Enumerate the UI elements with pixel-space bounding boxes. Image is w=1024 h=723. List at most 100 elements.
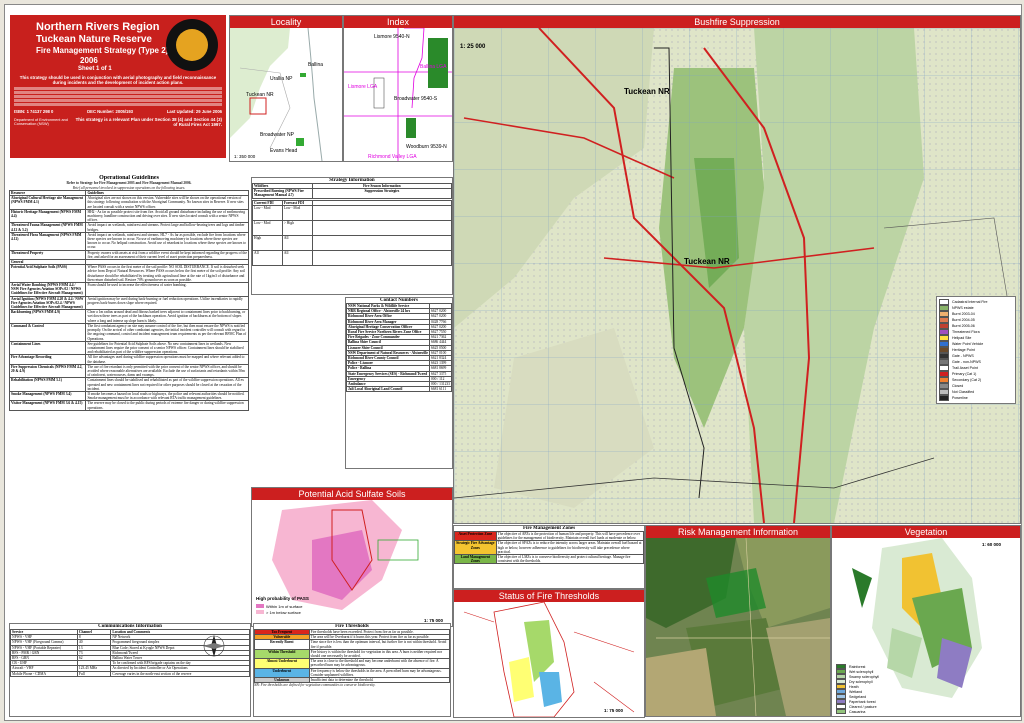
table-row: Smoke Management (NPWS FMM 3.4) If smoke … — [9, 390, 249, 402]
fdi-current: High — [252, 234, 283, 251]
table-row: Visitor Management (NPWS FMM 3.6 & 4.15)… — [9, 400, 249, 411]
threshold-text: Fire history is within the threshold for… — [308, 648, 450, 660]
zones-panel: Fire Management Zones Asset Protection Z… — [453, 525, 645, 589]
legend-swatch — [836, 709, 846, 714]
status-panel: Status of Fire Thresholds 1: 75 000 — [453, 589, 645, 718]
bushfire-scale: 1: 25 000 — [460, 44, 486, 50]
isbn: ISBN: 1 74137 298 0 — [14, 109, 54, 114]
op-general-resource: Backburning (NPWS FMM 4.9) — [9, 309, 87, 324]
comms-service: Mobile Phone - CDMA — [10, 670, 78, 677]
threshold-text: Insufficient data to determine the thres… — [308, 677, 450, 684]
index-lismore-lga: Lismore LGA — [348, 84, 378, 90]
table-row: Rehabilitation (NPWS FMM 5.1) Containment… — [9, 377, 249, 392]
op-general-resource: Smoke Management (NPWS FMM 3.4) — [9, 390, 87, 402]
contact-name: NSW Department of Natural Resources - Al… — [346, 349, 430, 357]
zone-label: Strategic Fire Advantage Zones — [454, 540, 497, 556]
locality-panel: Locality Urallia NP Ballina Tuckean NR B… — [229, 15, 343, 162]
legend-label: Cleared / pasture — [849, 704, 877, 709]
op-general-guideline: The first combatant agency on site may a… — [85, 322, 249, 342]
legend-label: Casuarina — [849, 709, 866, 714]
op-general-guideline: Aerial ignition may be used during back-… — [85, 295, 249, 311]
op-guideline: HH2 - As far as possible protect site fr… — [85, 208, 249, 224]
fdi-strategy — [311, 219, 452, 236]
status-map: 1: 75 000 — [454, 601, 644, 717]
fdi-forecast: All — [281, 249, 313, 266]
op-general-guideline: The reserve may be closed to the public … — [85, 400, 249, 411]
index-woodburn: Woodburn 9539-N — [406, 144, 447, 150]
fdi-forecast: > High — [281, 219, 313, 236]
locality-evans: Evans Head — [270, 148, 297, 154]
op-general-guideline: The use of fire retardant is only permit… — [85, 363, 249, 379]
contact-name: Jali Local Aboriginal Land Council — [346, 386, 430, 393]
op-general-resource: Containment Lines — [9, 340, 87, 356]
status-heading: Status of Fire Thresholds — [454, 590, 644, 602]
locality-tuckean: Tuckean NR — [246, 92, 274, 98]
locality-broadwater: Broadwater NP — [260, 132, 295, 138]
threshold-label: Recently Burnt — [254, 639, 310, 650]
op-general-resource: Rehabilitation (NPWS FMM 5.1) — [9, 377, 87, 392]
locality-ballina: Ballina — [308, 62, 323, 68]
op-general-guideline: See guidelines for Potential Acid Sulpha… — [85, 340, 249, 356]
op-general-resource: Potential Acid Sulphate Soils (PASS) — [9, 264, 87, 284]
pass-legend-high: Within 1m of surface — [266, 604, 303, 609]
threshold-label: Almost Underburnt — [254, 658, 310, 669]
locality-map: Urallia NP Ballina Tuckean NR Broadwater… — [230, 27, 342, 161]
fdi-strategy — [311, 249, 452, 266]
zones-table: Asset Protection Zone The objective of AP… — [454, 530, 644, 565]
threshold-row: Recently Burnt Time since fire is less th… — [254, 639, 450, 650]
fdi-forecast: Low - Mod — [281, 204, 313, 221]
vegetation-heading: Vegetation — [832, 526, 1020, 538]
table-row: High All — [252, 234, 452, 251]
status-scale: 1: 75 000 — [604, 708, 624, 713]
contact-row: Jali Local Aboriginal Land Council 6681 6… — [346, 386, 452, 393]
table-row: Mobile Phone - CDMA Full Coverage varies i… — [10, 670, 250, 677]
operational-panel: Operational Guidelines Refer to Strategy… — [9, 175, 249, 615]
threshold-text: The area is close to the threshold and m… — [308, 658, 450, 669]
title-block: Northern Rivers Region Tuckean Nature Re… — [10, 15, 226, 158]
legend-label: Dry sclerophyll — [849, 679, 873, 684]
op-guideline: Property owners with assets at risk from… — [85, 249, 249, 261]
op-general-resource: Command & Control — [9, 322, 87, 342]
zone-label: Asset Protection Zone — [454, 530, 497, 542]
threshold-text: Fire frequency is below the thresholds i… — [308, 667, 450, 679]
legend-label: Wet sclerophyll — [849, 669, 874, 674]
legend-label: Wetland — [849, 689, 863, 694]
index-ballina-lga: Ballina LGA — [420, 64, 447, 70]
pass-legend-title: High probability of PASS — [256, 596, 309, 601]
table-row: Potential Acid Sulphate Soils (PASS) Wher… — [9, 264, 249, 284]
table-row: Containment Lines See guidelines for Pote… — [9, 340, 249, 356]
risk-panel: Risk Management Information — [645, 525, 831, 717]
fdi-current: Low - Mod — [252, 219, 283, 236]
threshold-row: Vulnerable The area will be Overburnt if … — [254, 634, 450, 641]
table-row: Threatened Flora Management (NPWS FMM 4.… — [9, 231, 249, 251]
contact-name: Rural Fire Service Northern Rivers Zone … — [346, 328, 430, 336]
vegetation-legend: Rainforest Wet sclerophyll Swamp sclerophy… — [836, 664, 926, 714]
legend-item: Casuarina — [836, 709, 926, 714]
contact-row: Fire Brigades - Zone Commander 6621 7362 — [346, 334, 452, 341]
threshold-row: Underburnt Fire frequency is below the th… — [254, 667, 450, 679]
index-heading: Index — [344, 16, 452, 28]
op-general-guideline: Containment lines should be stabilised a… — [85, 377, 249, 392]
legend-swatch — [939, 395, 949, 401]
zone-row: Land Management Zones The objective of LM… — [454, 553, 644, 565]
index-panel: Index Lismore 9540-N Ballina LGA Lismore… — [343, 15, 453, 162]
strategy-prescribed: Prescribed Burning (NPWS Fire Management… — [252, 188, 313, 199]
contacts-table: NSW National Parks & Wildlife Service NRR… — [346, 302, 452, 393]
op-general-guideline: If smoke becomes a hazard on local roads… — [85, 390, 249, 402]
table-row: Backburning (NPWS FMM 4.9) Clear a 1m rad… — [9, 309, 249, 324]
zone-text: The objective of SFAZs is to reduce the … — [495, 540, 644, 556]
table-row: Aerial Ignition (NPWS FMM 4.20 & 4.4 / N… — [9, 295, 249, 311]
op-guideline: Aboriginal sites are not shown on this v… — [85, 195, 249, 210]
legend-label: Paperbark forest — [849, 699, 876, 704]
zone-text: The objective of LMZs is to conserve bio… — [495, 553, 644, 565]
op-resource: Threatened Fauna Management (NPWS FMM 4.… — [9, 222, 87, 233]
comms-channel: Full — [76, 670, 112, 677]
map-sheet: Northern Rivers Region Tuckean Nature Re… — [4, 4, 1022, 721]
op-general-resource: Aerial Water Bombing (NPWS FMM 4.4 / NSW… — [9, 282, 87, 297]
threshold-row: Unknown Insufficient data to determine th… — [254, 677, 450, 684]
contact-row: State Emergency Services (SES) - Richmon… — [346, 370, 452, 377]
table-row: All All — [252, 249, 452, 266]
usage-note: This strategy should be used in conjunct… — [19, 75, 217, 85]
legend-label: Heath — [849, 684, 859, 689]
index-map: Lismore 9540-N Ballina LGA Lismore LGA B… — [344, 27, 452, 161]
